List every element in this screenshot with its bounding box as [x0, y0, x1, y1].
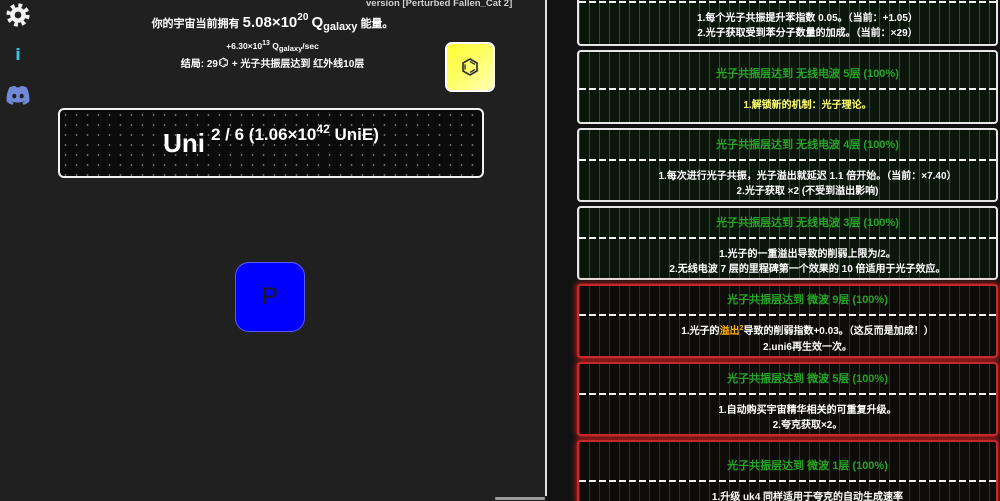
milestone-divider [579, 314, 996, 316]
milestone-title: 光子共振层达到 微波 5层 (100%) [727, 372, 888, 385]
milestone-title: 光子共振层达到 无线电波 3层 (100%) [716, 216, 899, 229]
milestone-effect: 1.解锁新的机制：光子理论。 [743, 100, 872, 111]
milestone-effect: 1.光子的一重溢出导致的削弱上限为/2。 [719, 248, 896, 260]
benzene-button[interactable] [445, 42, 495, 92]
ending-text: + 光子共振层达到 红外线10层 [231, 59, 365, 70]
milestone-divider [579, 88, 996, 90]
milestone-card: 光子共振层达到 无线电波 3层 (100%) 1.光子的一重溢出导致的削弱上限为… [577, 206, 998, 280]
milestone-divider [579, 392, 996, 395]
rate-exponent: 13 [262, 40, 270, 47]
p-button[interactable]: P [235, 262, 305, 332]
milestone-card: 1.每个光子共振提升苯指数 0.05。（当前：+1.05） 2.光子获取受到苯分… [577, 0, 998, 46]
milestone-effect: 2.夸克获取×2。 [772, 419, 843, 431]
discord-icon[interactable] [5, 84, 31, 106]
panel-divider[interactable] [545, 0, 547, 496]
uni-progress: 2 / 6 (1.06×1042 UniE) [211, 122, 379, 145]
horizontal-scrollbar[interactable] [495, 497, 545, 500]
energy-suffix: 能量。 [360, 18, 394, 30]
milestone-divider [579, 480, 996, 482]
milestone-effect: 2.无线电波 7 层的里程碑第一个效果的 10 倍适用于光子效应。 [669, 263, 946, 275]
version-label: version [Perturbed Fallen_Cat 2] [366, 0, 513, 9]
rate-amount: +6.30×10 [226, 41, 263, 51]
milestone-effect: 1.每次进行光子共振，光子溢出就延迟 1.1 倍开始。（当前：×7.40） [658, 170, 957, 182]
uni-label: Uni [163, 127, 205, 158]
left-panel: i version [Perturbed Fallen_Cat 2] 你的宇宙当… [0, 0, 546, 501]
milestone-effect: 2.光子获取受到苯分子数量的加成。（当前：×29） [697, 28, 918, 39]
milestone-list[interactable]: 1.每个光子共振提升苯指数 0.05。（当前：+1.05） 2.光子获取受到苯分… [548, 0, 1000, 501]
milestone-card: 光子共振层达到 微波 1层 (100%) 1.升级 uk4 同样适用于夸克的自动… [577, 440, 998, 501]
ending-label: 结局: 29 [180, 59, 218, 70]
energy-unit: Q [311, 14, 324, 31]
uni-status-box: Uni 2 / 6 (1.06×1042 UniE) [58, 108, 484, 178]
milestone-card: 光子共振层达到 无线电波 4层 (100%) 1.每次进行光子共振，光子溢出就延… [577, 128, 998, 202]
milestone-card: 光子共振层达到 微波 9层 (100%) 1.光子的溢出2导致的削弱指数+0.0… [577, 284, 998, 358]
effect-text: 导致的削弱指数+0.03。（这反而是加成！） [743, 326, 934, 337]
effect-text: 1.光子的 [681, 326, 720, 337]
milestone-card: 光子共振层达到 无线电波 5层 (100%) 1.解锁新的机制：光子理论。 [577, 50, 998, 124]
uni-unit: UniE) [334, 125, 379, 144]
energy-amount: 5.08×10 [242, 14, 298, 31]
milestone-title: 光子共振层达到 无线电波 5层 (100%) [716, 68, 899, 80]
milestone-divider [579, 236, 996, 239]
energy-exponent: 20 [297, 12, 309, 23]
milestone-effect: 1.升级 uk4 同样适用于夸克的自动生成速率 [711, 492, 904, 501]
milestone-title: 光子共振层达到 微波 9层 (100%) [727, 294, 888, 306]
rate-unit-sub: galaxy [278, 44, 303, 53]
milestone-effect: 2.uni6再生效一次。 [763, 342, 852, 353]
milestone-effect: 1.光子的溢出2导致的削弱指数+0.03。（这反而是加成！） [681, 324, 934, 340]
milestone-divider [579, 1, 996, 3]
uni-tier: 2 / 6 (1.06×10 [211, 125, 317, 144]
benzene-icon [460, 57, 480, 77]
energy-readout: 你的宇宙当前拥有 5.08×1020 Qgalaxy 能量。 [0, 12, 545, 35]
milestone-effect: 1.自动购买宇宙精华相关的可重复升级。 [718, 404, 897, 416]
rate-unit: Q [272, 41, 279, 51]
overflow-keyword: 溢出 [719, 326, 740, 337]
milestone-card: 光子共振层达到 微波 5层 (100%) 1.自动购买宇宙精华相关的可重复升级。… [577, 362, 998, 436]
milestone-title: 光子共振层达到 无线电波 4层 (100%) [716, 138, 899, 151]
milestone-effect: 2.光子获取 ×2 (不受到溢出影响) [736, 185, 879, 197]
milestone-title: 光子共振层达到 微波 1层 (100%) [727, 460, 888, 472]
benzene-icon [218, 57, 229, 68]
energy-unit-sub: galaxy [323, 21, 358, 33]
uni-exponent: 42 [316, 122, 330, 136]
overflow-keyword-power: 2 [739, 325, 744, 332]
milestone-effect: 1.每个光子共振提升苯指数 0.05。（当前：+1.05） [697, 13, 918, 24]
rate-suffix: /sec [302, 41, 319, 51]
milestone-divider [579, 158, 996, 161]
energy-prefix: 你的宇宙当前拥有 [151, 18, 240, 30]
